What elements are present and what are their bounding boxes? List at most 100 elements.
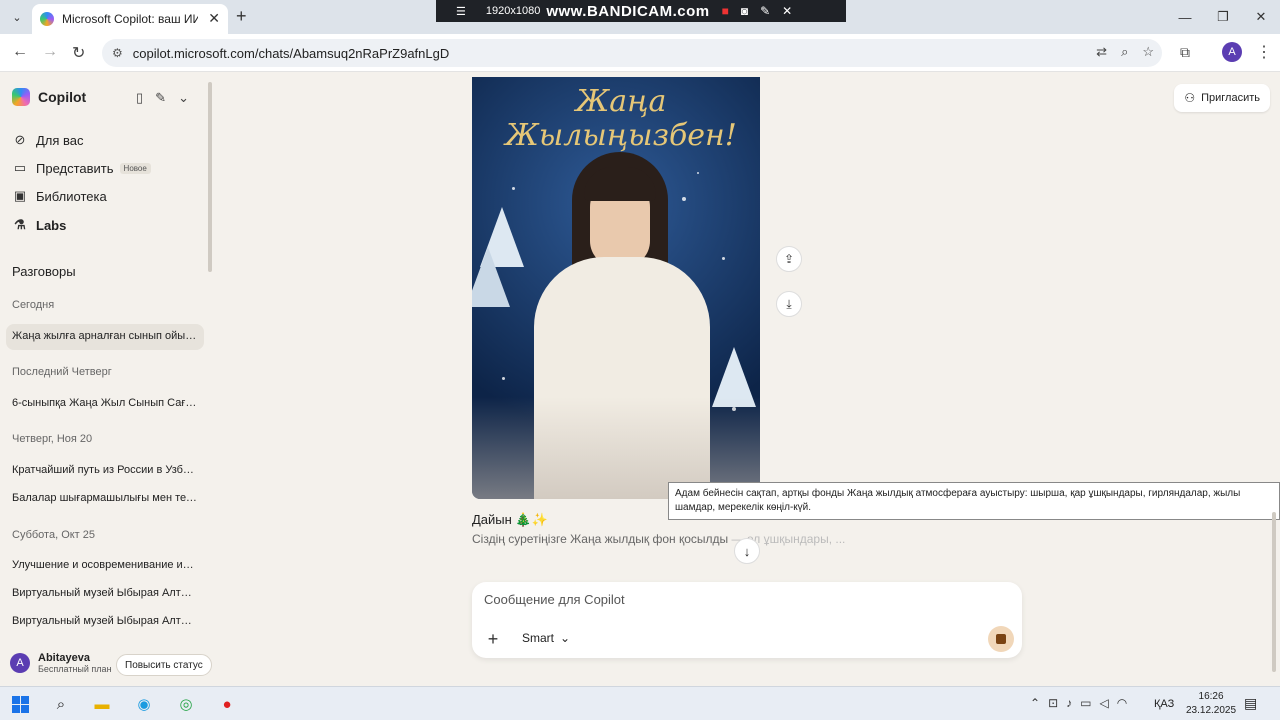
wifi-icon[interactable]: ◠ [1117,696,1127,710]
conversation-item[interactable]: 6-сыныпқа Жаңа Жыл Сынып Сағаты [12,397,198,409]
sidebar: Copilot ▯ ✎ ⌄ ⊘ Для вас ▭ Представить Но… [0,72,216,686]
new-tab-plus-icon[interactable]: + [236,6,247,27]
conversation-item[interactable]: Жаңа жылға арналған сынып ойыны [12,330,198,342]
browser-toolbar: ← → ↻ ⚙ copilot.microsoft.com/chats/Abam… [0,34,1280,72]
brand-name: Copilot [38,89,87,105]
copilot-favicon-icon [40,12,54,26]
stop-icon [996,634,1006,644]
group-label: Последний Четверг [12,366,112,378]
sidebar-item-for-you[interactable]: ⊘ Для вас [12,132,84,148]
recorder-close-icon[interactable]: ✕ [782,4,792,18]
sidebar-item-label: Представить [36,160,114,176]
search-icon[interactable]: ⌕ [50,694,72,714]
new-badge: Новое [119,162,151,174]
brand[interactable]: Copilot [12,88,86,106]
restore-icon[interactable]: ❐ [1204,0,1242,34]
recorder-menu-icon[interactable]: ☰ [456,5,466,18]
recorder-logo: www.BANDICAM.com [546,2,710,20]
ready-text: Дайын 🎄✨ [472,512,548,527]
browser-tab-strip: ⌄ Microsoft Copilot: ваш ИИ-по ✕ + ☰ 192… [0,0,1280,34]
microphone-icon[interactable]: ♪ [1066,696,1072,710]
back-arrow-icon[interactable]: ← [12,43,28,61]
language-indicator[interactable]: ҚАЗ [1154,698,1174,710]
url-text: copilot.microsoft.com/chats/Abamsuq2nRaP… [132,45,450,61]
user-profile[interactable]: A Abitayeva Бесплатный план [10,652,112,674]
volume-icon[interactable]: ◁ [1099,696,1108,710]
snowflake [697,172,699,174]
forward-arrow-icon[interactable]: → [42,43,58,61]
extensions-icon[interactable]: ⧉ [1180,44,1190,61]
window-close-icon[interactable]: ✕ [1242,0,1280,34]
message-input[interactable] [484,592,984,607]
scroll-down-icon[interactable]: ↓ [734,538,760,564]
snowflake [502,377,505,380]
minimize-icon[interactable]: — [1166,0,1204,34]
conversation-item[interactable]: Виртуальный музей Ыбырая Алтынс... [12,587,198,599]
browser-menu-icon[interactable]: ⋮ [1256,42,1272,62]
conversation-item[interactable]: Балалар шығармашылығы мен техн... [12,492,198,504]
chevron-down-icon: ⌄ [560,631,571,645]
add-attachment-icon[interactable]: + [482,628,504,650]
share-icon[interactable]: ⇪ [776,246,802,272]
zoom-icon[interactable]: ⌕ [1121,44,1128,60]
system-clock[interactable]: 16:26 23.12.2025 [1186,690,1236,718]
sidebar-item-library[interactable]: ▣ Библиотека [12,188,107,204]
sidebar-item-label: Библиотека [36,188,107,204]
presentation-icon: ▭ [13,160,27,175]
battery-icon[interactable]: ▭ [1080,696,1091,710]
stop-generation-button[interactable] [988,626,1014,652]
notification-icon[interactable]: ▤ [1244,695,1257,712]
message-composer: + Smart ⌄ [472,582,1022,658]
chat-scrollbar[interactable] [1272,512,1276,672]
conversation-item[interactable]: Кратчайший путь из России в Узбек... [12,464,198,476]
user-plan: Бесплатный план [38,664,112,674]
address-bar[interactable]: ⚙ copilot.microsoft.com/chats/Abamsuq2nR… [102,39,1162,67]
record-icon[interactable]: ■ [722,4,729,18]
conversation-item[interactable]: Виртуальный музей Ыбырая Алтынс... [12,615,198,627]
tab-search-menu-icon[interactable]: ⌄ [6,7,28,27]
reload-icon[interactable]: ↻ [72,43,85,63]
translate-icon[interactable]: ⇄ [1096,44,1107,60]
tab-close-icon[interactable]: ✕ [208,10,220,27]
pen-icon[interactable]: ✎ [760,4,770,18]
invite-label: Пригласить [1201,92,1260,104]
site-info-icon[interactable]: ⚙ [112,46,123,60]
image-tooltip: Адам бейнесін сақтап, артқы фонды Жаңа ж… [668,482,1280,520]
browser-tab-active[interactable]: Microsoft Copilot: ваш ИИ-по ✕ [32,4,228,34]
bookmark-star-icon[interactable]: ☆ [1142,44,1154,60]
sidebar-item-label: Для вас [36,132,84,148]
conversation-item[interactable]: Улучшение и осовременивание изо... [12,559,198,571]
new-chat-icon[interactable]: ✎ [155,90,166,106]
upgrade-button[interactable]: Повысить статус [116,654,212,676]
sidebar-scrollbar[interactable] [208,82,212,272]
avatar: A [10,653,30,673]
profile-avatar[interactable]: A [1222,42,1242,62]
bandicam-icon[interactable]: ● [216,694,238,714]
snowflake [722,257,725,260]
chrome-icon[interactable]: ◎ [175,694,197,714]
mode-label: Smart [522,631,555,645]
recorder-overlay: ☰ 1920x1080 www.BANDICAM.com ■ ◙ ✎ ✕ [436,0,846,22]
windows-start-icon[interactable] [9,694,31,714]
flask-icon: ⚗ [14,217,26,232]
camera-icon[interactable]: ◙ [741,4,748,18]
mode-selector[interactable]: Smart ⌄ [512,626,580,650]
answer-text: Сіздің суретіңізге Жаңа жылдық фон қосыл… [472,532,845,546]
clock-time: 16:26 [1198,691,1224,702]
portrait-bangs [584,167,656,201]
chevron-down-icon[interactable]: ⌄ [178,90,189,106]
os-taskbar: ⌕ ▬ ◉ ◎ ● ⌃ ⊡ ♪ ▭ ◁ ◠ ҚАЗ 16:26 23.12.20… [0,686,1280,720]
invite-button[interactable]: ⚇ Пригласить [1174,84,1270,112]
clock-date: 23.12.2025 [1186,705,1237,716]
answer-text-main: Сіздің суретіңізге Жаңа жылдық фон қосыл… [472,532,729,546]
sidebar-item-labs[interactable]: ⚗ Labs [12,217,66,233]
edge-icon[interactable]: ◉ [133,694,155,714]
sidebar-item-present[interactable]: ▭ Представить Новое [12,160,151,176]
generated-image[interactable]: Жаңа Жылыңызбен! [472,77,760,499]
file-explorer-icon[interactable]: ▬ [91,694,113,714]
download-icon[interactable]: ⤓ [776,291,802,317]
toggle-sidebar-icon[interactable]: ▯ [136,90,143,106]
tray-chevron-up-icon[interactable]: ⌃ [1030,696,1040,710]
camera-tray-icon[interactable]: ⊡ [1048,696,1058,710]
tab-title: Microsoft Copilot: ваш ИИ-по [62,12,198,26]
